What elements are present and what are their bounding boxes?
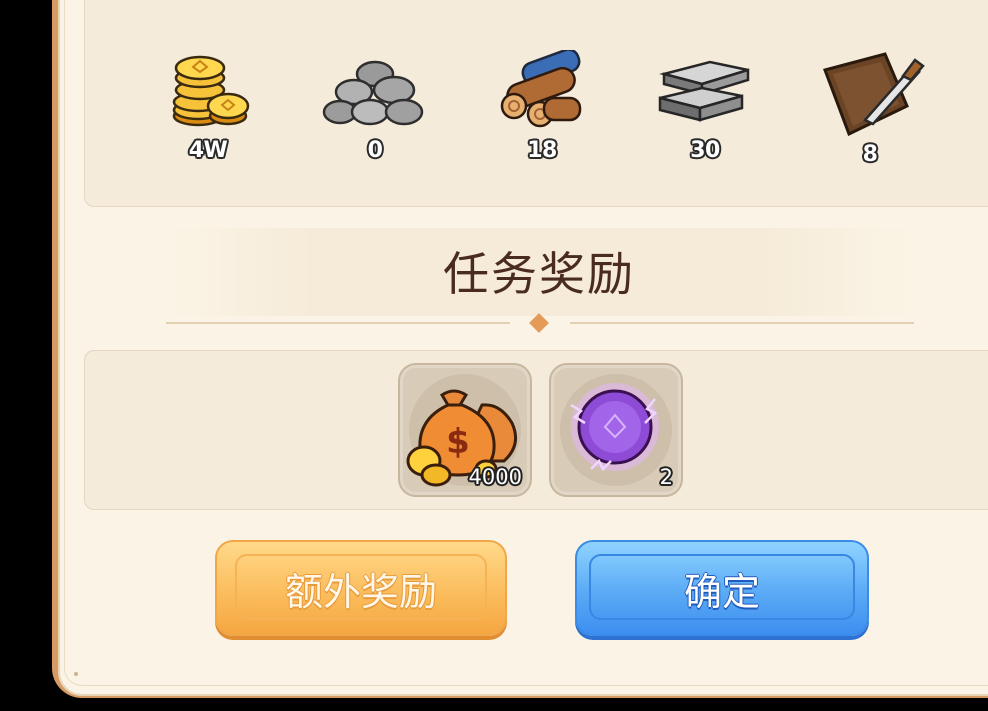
extra-reward-button[interactable]: 额外奖励 [215, 540, 507, 636]
iron-ingot-icon [658, 60, 750, 122]
stone-pile-icon [322, 60, 424, 126]
resource-gold-count: 4W [188, 138, 228, 163]
reward-title: 任务奖励 [443, 247, 635, 301]
confirm-button-label: 确定 [683, 569, 760, 614]
reward-money-count: 4000 [468, 465, 522, 489]
resource-leather: 8 [810, 50, 930, 167]
resource-wood-count: 18 [527, 138, 557, 163]
resource-stone-count: 0 [367, 138, 383, 163]
reward-box [84, 350, 988, 510]
wood-logs-icon [500, 50, 582, 128]
reward-orb-count: 2 [659, 465, 673, 489]
divider-right [570, 322, 914, 324]
reward-slot-money[interactable]: $ 4000 [398, 363, 532, 497]
leather-hide-icon [823, 52, 925, 136]
extra-reward-button-label: 额外奖励 [284, 569, 437, 614]
resource-iron: 30 [645, 50, 765, 163]
resource-leather-count: 8 [862, 142, 878, 167]
corner-decoration [74, 672, 78, 676]
resource-iron-count: 30 [690, 138, 720, 163]
svg-text:$: $ [446, 422, 470, 462]
gold-coins-icon [172, 55, 250, 127]
resource-gold: 4W [148, 50, 268, 163]
confirm-button[interactable]: 确定 [575, 540, 869, 636]
divider-left [166, 322, 510, 324]
resource-wood: 18 [482, 50, 602, 163]
resource-stone: 0 [315, 50, 435, 163]
reward-slot-orb[interactable]: 2 [549, 363, 683, 497]
